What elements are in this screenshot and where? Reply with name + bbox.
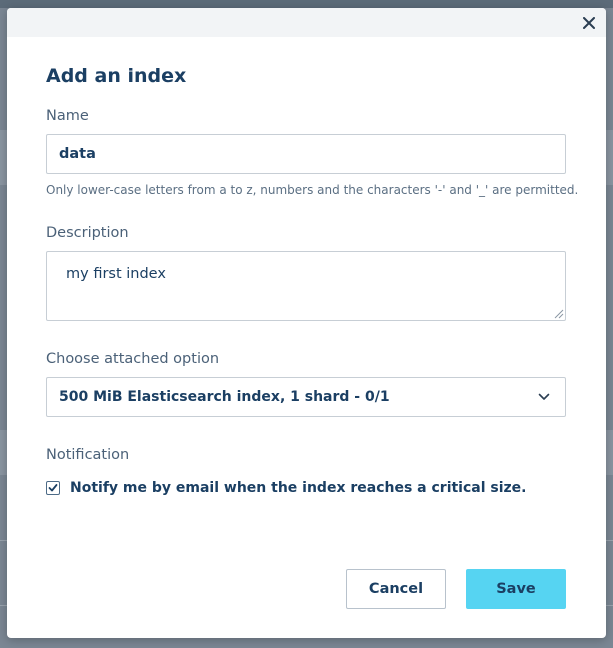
name-hint: Only lower-case letters from a to z, num… xyxy=(46,183,579,197)
cancel-button[interactable]: Cancel xyxy=(346,569,446,609)
attached-option-value: 500 MiB Elasticsearch index, 1 shard - 0… xyxy=(59,389,390,405)
resize-grip-icon[interactable] xyxy=(552,307,564,319)
checkmark-icon xyxy=(48,484,58,492)
name-input[interactable] xyxy=(46,134,566,174)
dialog-title: Add an index xyxy=(46,65,187,87)
close-button[interactable] xyxy=(578,12,600,34)
add-index-dialog: Add an index Name Only lower-case letter… xyxy=(7,8,606,638)
notify-checkbox[interactable] xyxy=(46,481,60,495)
description-label: Description xyxy=(46,225,129,241)
description-textarea[interactable]: my first index xyxy=(46,251,566,321)
attached-option-select[interactable]: 500 MiB Elasticsearch index, 1 shard - 0… xyxy=(46,377,566,417)
notify-checkbox-label[interactable]: Notify me by email when the index reache… xyxy=(70,480,527,496)
attached-option-label: Choose attached option xyxy=(46,351,220,367)
notification-label: Notification xyxy=(46,447,130,463)
close-icon xyxy=(583,17,595,29)
background-top-bar xyxy=(0,0,613,8)
notification-option: Notify me by email when the index reache… xyxy=(46,480,527,496)
save-button[interactable]: Save xyxy=(466,569,566,609)
dialog-header xyxy=(7,8,606,37)
chevron-down-icon xyxy=(537,390,551,404)
name-label: Name xyxy=(46,108,89,124)
